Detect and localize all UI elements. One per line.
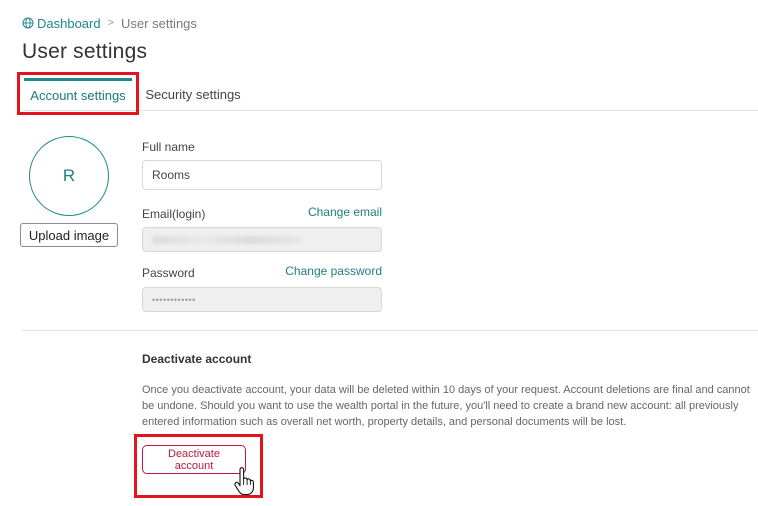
globe-icon	[22, 17, 34, 29]
page-title: User settings	[22, 40, 148, 63]
email-field	[142, 227, 382, 252]
tab-account-settings[interactable]: Account settings	[24, 78, 132, 110]
deactivate-title: Deactivate account	[142, 352, 252, 366]
hand-pointer-icon	[234, 467, 254, 495]
avatar: R	[29, 136, 109, 216]
password-value: ••••••••••••	[152, 294, 196, 305]
breadcrumb-dashboard-link[interactable]: Dashboard	[37, 16, 101, 31]
tab-security-settings[interactable]: Security settings	[142, 78, 244, 110]
upload-image-button[interactable]: Upload image	[20, 223, 118, 247]
tabs-divider	[22, 110, 758, 111]
breadcrumb-current: User settings	[121, 15, 197, 31]
full-name-value: Rooms	[152, 168, 191, 182]
full-name-label: Full name	[142, 140, 195, 154]
change-password-link[interactable]: Change password	[285, 264, 382, 278]
password-label: Password	[142, 266, 195, 280]
password-field: ••••••••••••	[142, 287, 382, 312]
email-label: Email(login)	[142, 207, 206, 221]
email-value-blurred	[152, 235, 302, 244]
change-email-link[interactable]: Change email	[308, 205, 382, 219]
section-divider	[22, 330, 758, 331]
breadcrumb-separator: >	[107, 17, 115, 29]
full-name-input[interactable]: Rooms	[142, 160, 382, 190]
breadcrumb: Dashboard > User settings	[22, 15, 197, 31]
deactivate-description: Once you deactivate account, your data w…	[142, 384, 750, 428]
deactivate-account-button[interactable]: Deactivate account	[142, 445, 246, 474]
